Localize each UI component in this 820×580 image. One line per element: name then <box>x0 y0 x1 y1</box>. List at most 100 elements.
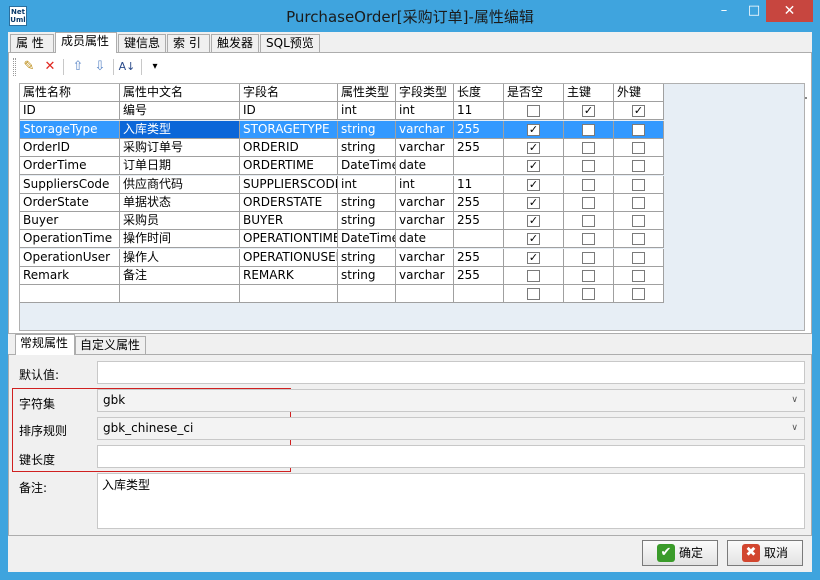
charset-select[interactable]: gbk ∨ <box>97 389 805 412</box>
cell-primary-key[interactable] <box>564 212 614 230</box>
primary-key-checkbox[interactable] <box>582 160 595 172</box>
cell-foreign-key[interactable] <box>614 157 664 175</box>
cell-field-type[interactable]: varchar <box>396 194 454 212</box>
column-header-property-type[interactable]: 属性类型 <box>338 84 396 102</box>
primary-key-checkbox[interactable] <box>582 124 595 136</box>
cell-field-type[interactable] <box>396 285 454 303</box>
column-header-cn-name[interactable]: 属性中文名 <box>120 84 240 102</box>
tab-general-properties[interactable]: 常规属性 <box>15 334 75 355</box>
cell-cn-name[interactable]: 采购员 <box>120 212 240 230</box>
cell-foreign-key[interactable] <box>614 194 664 212</box>
cell-property-type[interactable]: string <box>338 212 396 230</box>
cell-field-name[interactable]: ID <box>240 102 338 120</box>
tab-sql-preview[interactable]: SQL预览 <box>260 34 320 53</box>
tab-properties[interactable]: 属 性 <box>10 34 54 53</box>
foreign-key-checkbox[interactable] <box>632 124 645 136</box>
cell-primary-key[interactable] <box>564 194 614 212</box>
cell-field-type[interactable]: int <box>396 102 454 120</box>
primary-key-checkbox[interactable] <box>582 215 595 227</box>
cell-property-type[interactable]: DateTime <box>338 157 396 175</box>
delete-icon[interactable]: ✕ <box>41 58 59 76</box>
cell-nullable[interactable] <box>504 102 564 120</box>
foreign-key-checkbox[interactable] <box>632 197 645 209</box>
nullable-checkbox[interactable]: ✓ <box>527 124 540 136</box>
dropdown-icon[interactable]: ▾ <box>146 58 164 76</box>
cell-primary-key[interactable] <box>564 249 614 267</box>
cell-property-type[interactable] <box>338 285 396 303</box>
cell-nullable[interactable] <box>504 285 564 303</box>
cell-field-type[interactable]: varchar <box>396 212 454 230</box>
column-header-primary-key[interactable]: 主键 <box>564 84 614 102</box>
sort-az-icon[interactable]: A↓ <box>117 58 137 76</box>
cell-nullable[interactable] <box>504 267 564 285</box>
primary-key-checkbox[interactable] <box>582 270 595 282</box>
close-button[interactable]: ✕ <box>766 0 813 22</box>
minimize-button[interactable]: – <box>710 0 738 22</box>
column-header-name[interactable]: 属性名称 <box>20 84 120 102</box>
cell-cn-name[interactable]: 入库类型 <box>120 121 240 139</box>
cell-length[interactable]: 255 <box>454 139 504 157</box>
default-value-input[interactable] <box>97 361 805 384</box>
cell-cn-name[interactable]: 编号 <box>120 102 240 120</box>
nullable-checkbox[interactable]: ✓ <box>527 215 540 227</box>
cell-cn-name[interactable]: 订单日期 <box>120 157 240 175</box>
cell-primary-key[interactable]: ✓ <box>564 102 614 120</box>
remark-textarea[interactable]: 入库类型 <box>97 473 805 529</box>
nullable-checkbox[interactable]: ✓ <box>527 179 540 191</box>
cell-field-name[interactable]: SUPPLIERSCODE <box>240 176 338 194</box>
cell-property-type[interactable]: string <box>338 249 396 267</box>
cell-nullable[interactable]: ✓ <box>504 212 564 230</box>
cell-name[interactable]: OperationUser <box>20 249 120 267</box>
cell-length[interactable] <box>454 157 504 175</box>
cell-nullable[interactable]: ✓ <box>504 230 564 248</box>
tab-key-info[interactable]: 键信息 <box>118 34 166 53</box>
foreign-key-checkbox[interactable] <box>632 288 645 300</box>
cell-foreign-key[interactable] <box>614 139 664 157</box>
primary-key-checkbox[interactable] <box>582 179 595 191</box>
cell-property-type[interactable]: string <box>338 267 396 285</box>
cell-name[interactable]: OperationTime <box>20 230 120 248</box>
cell-field-name[interactable]: OPERATIONUSER <box>240 249 338 267</box>
cell-foreign-key[interactable] <box>614 285 664 303</box>
cell-nullable[interactable]: ✓ <box>504 176 564 194</box>
cell-foreign-key[interactable] <box>614 267 664 285</box>
nullable-checkbox[interactable] <box>527 288 540 300</box>
foreign-key-checkbox[interactable] <box>632 142 645 154</box>
cell-cn-name[interactable]: 单据状态 <box>120 194 240 212</box>
cell-cn-name[interactable]: 操作时间 <box>120 230 240 248</box>
cell-name[interactable]: StorageType <box>20 121 120 139</box>
cell-property-type[interactable]: DateTime <box>338 230 396 248</box>
cell-field-name[interactable]: ORDERTIME <box>240 157 338 175</box>
nullable-checkbox[interactable] <box>527 105 540 117</box>
member-grid[interactable]: 属性名称 属性中文名 字段名 属性类型 字段类型 长度 是否空 主键 外键 ID 编号 ID int in… <box>19 83 805 331</box>
cell-nullable[interactable]: ✓ <box>504 121 564 139</box>
primary-key-checkbox[interactable] <box>582 197 595 209</box>
cancel-button[interactable]: ✖ 取消 <box>727 540 803 566</box>
title-bar[interactable]: Net Uml PurchaseOrder[采购订单]-属性编辑 – □ ✕ <box>0 0 820 32</box>
cell-foreign-key[interactable]: ✓ <box>614 102 664 120</box>
cell-nullable[interactable]: ✓ <box>504 194 564 212</box>
cell-primary-key[interactable] <box>564 267 614 285</box>
toolbar-grip-icon[interactable] <box>13 58 16 76</box>
ok-button[interactable]: ✔ 确定 <box>642 540 718 566</box>
primary-key-checkbox[interactable] <box>582 233 595 245</box>
primary-key-checkbox[interactable]: ✓ <box>582 105 595 117</box>
cell-primary-key[interactable] <box>564 230 614 248</box>
cell-field-type[interactable]: varchar <box>396 139 454 157</box>
cell-foreign-key[interactable] <box>614 249 664 267</box>
cell-field-type[interactable]: date <box>396 157 454 175</box>
cell-cn-name[interactable]: 供应商代码 <box>120 176 240 194</box>
cell-name[interactable]: Buyer <box>20 212 120 230</box>
cell-property-type[interactable]: int <box>338 102 396 120</box>
cell-field-type[interactable]: date <box>396 230 454 248</box>
cell-name[interactable] <box>20 285 120 303</box>
foreign-key-checkbox[interactable]: ✓ <box>632 105 645 117</box>
cell-foreign-key[interactable] <box>614 176 664 194</box>
cell-cn-name[interactable]: 操作人 <box>120 249 240 267</box>
column-header-nullable[interactable]: 是否空 <box>504 84 564 102</box>
cell-length[interactable]: 255 <box>454 267 504 285</box>
collation-select[interactable]: gbk_chinese_ci ∨ <box>97 417 805 440</box>
nullable-checkbox[interactable]: ✓ <box>527 197 540 209</box>
cell-field-name[interactable]: ORDERSTATE <box>240 194 338 212</box>
cell-field-type[interactable]: varchar <box>396 249 454 267</box>
